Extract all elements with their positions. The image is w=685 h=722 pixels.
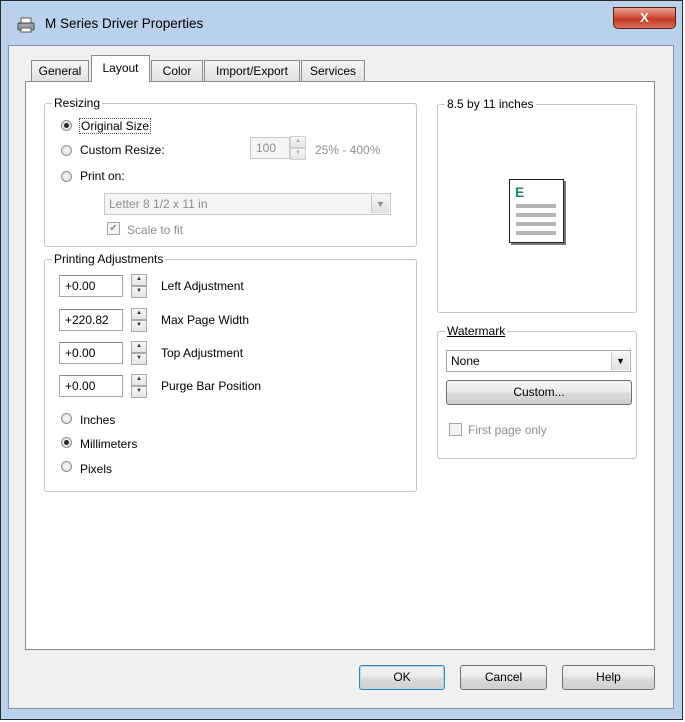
custom-resize-input[interactable]: 100 (250, 137, 290, 159)
paper-size-select[interactable]: Letter 8 1/2 x 11 in ▼ (104, 193, 391, 215)
custom-resize-range: 25% - 400% (315, 143, 381, 157)
max-page-width-spinner[interactable]: ▲ ▼ (131, 308, 147, 332)
scale-to-fit-label[interactable]: Scale to fit (127, 223, 183, 237)
resizing-group-label: Resizing (52, 96, 103, 110)
spin-up-icon[interactable]: ▲ (290, 136, 306, 148)
max-page-width-label: Max Page Width (161, 313, 250, 327)
spin-up-icon[interactable]: ▲ (131, 341, 147, 353)
watermark-group-label: Watermark (445, 324, 508, 338)
close-icon: X (640, 10, 649, 25)
print-on-label[interactable]: Print on: (80, 169, 125, 183)
original-size-label[interactable]: Original Size (79, 118, 152, 134)
page-line (516, 231, 556, 235)
chevron-down-icon[interactable]: ▼ (611, 352, 629, 370)
inches-label[interactable]: Inches (80, 413, 115, 427)
window-title: M Series Driver Properties (45, 16, 204, 31)
custom-resize-label[interactable]: Custom Resize: (80, 143, 165, 157)
close-button[interactable]: X (613, 7, 676, 29)
left-adjustment-input[interactable]: +0.00 (59, 275, 123, 297)
pixels-label[interactable]: Pixels (80, 462, 112, 476)
page-preview-letter: E (515, 184, 525, 200)
watermark-select[interactable]: None ▼ (446, 350, 631, 372)
page-line (516, 204, 556, 208)
page-preview-label: 8.5 by 11 inches (445, 97, 536, 111)
tab-layout[interactable]: Layout (91, 55, 150, 82)
spin-down-icon[interactable]: ▼ (131, 353, 147, 365)
millimeters-label[interactable]: Millimeters (80, 437, 137, 451)
tab-color[interactable]: Color (151, 60, 203, 81)
spin-up-icon[interactable]: ▲ (131, 374, 147, 386)
page-preview-icon: E (509, 179, 564, 243)
printer-icon (17, 17, 35, 33)
custom-watermark-button[interactable]: Custom... (446, 380, 632, 405)
pixels-radio[interactable] (61, 461, 72, 472)
purge-bar-position-label: Purge Bar Position (161, 379, 262, 393)
spin-down-icon[interactable]: ▼ (131, 386, 147, 398)
ok-button[interactable]: OK (359, 665, 445, 690)
custom-resize-radio[interactable] (61, 145, 72, 156)
paper-size-value: Letter 8 1/2 x 11 in (109, 197, 208, 211)
first-page-only-checkbox[interactable] (449, 423, 462, 436)
title-bar[interactable]: M Series Driver Properties X (7, 7, 676, 39)
page-line (516, 213, 556, 217)
custom-resize-spinner[interactable]: ▲ ▼ (290, 136, 306, 160)
tab-general[interactable]: General (31, 60, 89, 81)
printing-adjustments-label: Printing Adjustments (52, 252, 166, 266)
spin-down-icon[interactable]: ▼ (290, 148, 306, 160)
page-line (516, 222, 556, 226)
print-on-radio[interactable] (61, 171, 72, 182)
first-page-only-label[interactable]: First page only (468, 423, 547, 437)
spin-up-icon[interactable]: ▲ (131, 274, 147, 286)
top-adjustment-spinner[interactable]: ▲ ▼ (131, 341, 147, 365)
left-adjustment-spinner[interactable]: ▲ ▼ (131, 274, 147, 298)
purge-bar-position-spinner[interactable]: ▲ ▼ (131, 374, 147, 398)
spin-down-icon[interactable]: ▼ (131, 286, 147, 298)
chevron-down-icon[interactable]: ▼ (371, 195, 389, 213)
spin-down-icon[interactable]: ▼ (131, 320, 147, 332)
tab-services[interactable]: Services (301, 60, 365, 81)
inches-radio[interactable] (61, 413, 72, 424)
purge-bar-position-input[interactable]: +0.00 (59, 375, 123, 397)
left-adjustment-label: Left Adjustment (161, 279, 244, 293)
help-button[interactable]: Help (562, 665, 655, 690)
watermark-value: None (451, 354, 480, 368)
tab-import-export[interactable]: Import/Export (204, 60, 300, 81)
max-page-width-input[interactable]: +220.82 (59, 309, 123, 331)
spin-up-icon[interactable]: ▲ (131, 308, 147, 320)
cancel-button[interactable]: Cancel (460, 665, 547, 690)
millimeters-radio[interactable] (61, 437, 72, 448)
watermark-group-label-text: Watermark (447, 324, 506, 338)
top-adjustment-label: Top Adjustment (161, 346, 244, 360)
scale-to-fit-checkbox[interactable]: ✔ (107, 222, 120, 235)
top-adjustment-input[interactable]: +0.00 (59, 342, 123, 364)
original-size-radio[interactable] (61, 120, 72, 131)
